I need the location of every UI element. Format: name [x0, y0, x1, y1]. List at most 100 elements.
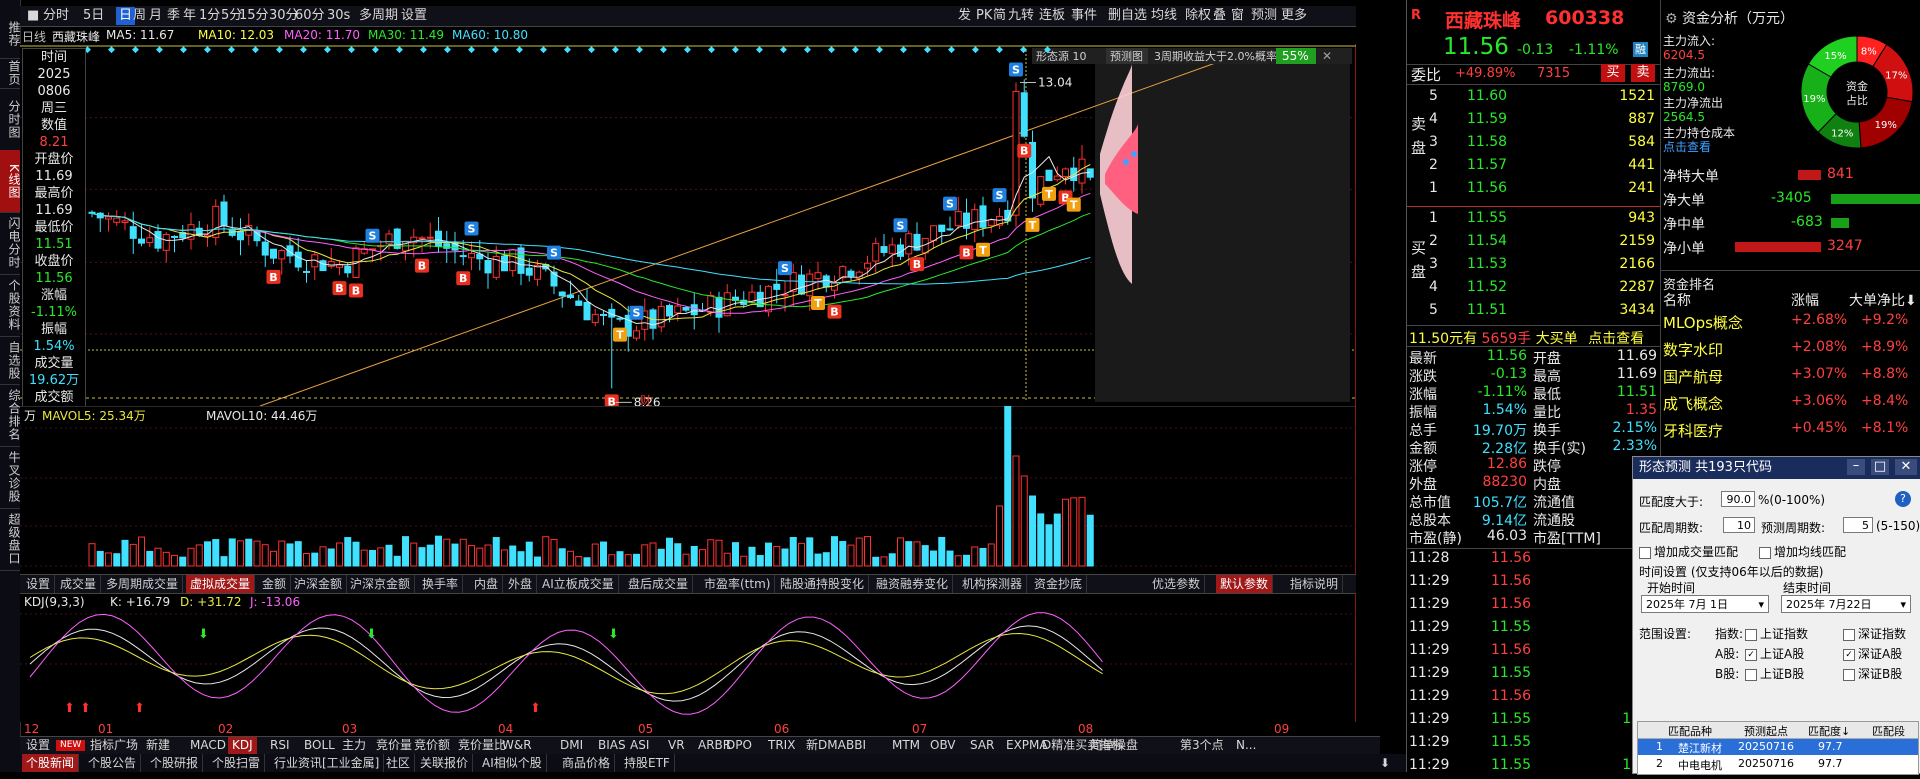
rank-row[interactable]: 国产航母 +3.07% +8.8% — [1661, 366, 1920, 388]
volume-match-checkbox[interactable]: 增加成交量匹配 — [1639, 543, 1738, 560]
period-tab-0[interactable]: 分时 — [40, 7, 72, 25]
toolbar-right-7[interactable]: 均线 — [1148, 7, 1180, 25]
sh-a-checkbox[interactable]: ✓ 上证A股 — [1745, 645, 1804, 662]
vol-tab-2[interactable]: 多周期成交量 — [102, 575, 184, 593]
info-tab-2[interactable]: 个股研报 — [146, 754, 204, 772]
kdj-chart[interactable]: KDJ(9,3,3)K: +16.79D: +31.72J: -13.06+11… — [20, 594, 1356, 722]
vol-tab-13[interactable]: 陆股通持股变化 — [776, 575, 870, 593]
vol-tab-14[interactable]: 融资融券变化 — [872, 575, 954, 593]
indicator-tab-10[interactable]: 竞价额 — [410, 737, 454, 754]
nav-item-6[interactable]: 自选股 — [0, 336, 21, 385]
indicator-tab-19[interactable]: TRIX — [764, 737, 799, 754]
vol-tab-10[interactable]: AI立板成交量 — [538, 575, 619, 593]
sz-index-checkbox[interactable]: 深证指数 — [1843, 625, 1906, 642]
vol-tab-15[interactable]: 机构探测器 — [958, 575, 1028, 593]
info-tab-6[interactable]: 关联报价 — [416, 754, 474, 772]
rank-row[interactable]: MLOps概念 +2.68% +9.2% — [1661, 312, 1920, 334]
indicator-tab-2[interactable]: 指标广场 — [86, 737, 142, 754]
indicator-tab-0[interactable]: 设置 — [22, 737, 54, 754]
toolbar-right-5[interactable]: 事件 — [1068, 7, 1100, 25]
indicator-tab-8[interactable]: 主力 — [338, 737, 370, 754]
big-order-link[interactable]: 点击查看 — [1588, 331, 1644, 347]
rank-row[interactable]: 牙科医疗 +0.45% +8.1% — [1661, 420, 1920, 442]
ma-match-checkbox[interactable]: 增加均线匹配 — [1759, 543, 1846, 560]
vol-param-1[interactable]: 默认参数 — [1216, 575, 1274, 593]
nav-item-0[interactable]: 推荐 — [0, 10, 21, 59]
pred-input[interactable]: 5 — [1843, 517, 1873, 533]
vol-tab-12[interactable]: 市盈率(ttm) — [700, 575, 776, 593]
indicator-tab-1[interactable]: NEW — [56, 740, 86, 751]
vol-tab-16[interactable]: 资金抄底 — [1030, 575, 1088, 593]
sell-button[interactable]: 卖 — [1631, 64, 1655, 82]
nav-item-7[interactable]: 综合排名 — [0, 384, 21, 447]
vol-tab-1[interactable]: 成交量 — [56, 575, 102, 593]
indicator-tab-23[interactable]: OBV — [926, 737, 960, 754]
end-date-select[interactable]: 2025年 7月22日 ▾ — [1781, 595, 1911, 613]
indicator-tab-22[interactable]: MTM — [888, 737, 924, 754]
indicator-tab-6[interactable]: RSI — [266, 737, 294, 754]
info-tab-9[interactable]: 持股ETF — [620, 754, 675, 772]
indicator-tab-4[interactable]: MACD — [186, 737, 230, 754]
table-row[interactable]: 2 中电电机 20250716 97.7 — [1638, 756, 1918, 772]
indicator-tab-14[interactable]: BIAS — [594, 737, 630, 754]
vol-tab-11[interactable]: 盘后成交量 — [624, 575, 694, 593]
info-tab-4[interactable]: 行业资讯[工业金属] — [270, 754, 385, 772]
table-row[interactable]: 1 楚江新材 20250716 97.7 — [1638, 739, 1918, 755]
nav-item-5[interactable]: 个股资料 — [0, 274, 21, 337]
toolbar-right-9[interactable]: 叠 — [1210, 7, 1229, 25]
toolbar-right-3[interactable]: 九转 — [1005, 7, 1037, 25]
info-tab-0[interactable]: 个股新闻 — [22, 754, 80, 772]
indicator-tab-18[interactable]: DPO — [722, 737, 756, 754]
info-tab-7[interactable]: AI相似个股 — [478, 754, 547, 772]
toolbar-right-12[interactable]: 更多 — [1278, 7, 1310, 25]
info-tab-5[interactable]: 社区 — [382, 754, 416, 772]
period-input[interactable]: 10 — [1723, 517, 1755, 533]
vol-tab-0[interactable]: 设置 — [22, 575, 56, 593]
period-tab-4[interactable]: 月 — [146, 7, 165, 25]
indicator-tab-3[interactable]: 新建 — [142, 737, 174, 754]
kline-chart[interactable]: 13.6112.4911.3710.239.11BBBBBSSSBTSSTBSB… — [20, 44, 1356, 406]
indicator-tab-15[interactable]: ASI — [626, 737, 653, 754]
nav-item-3[interactable]: K线图 — [0, 150, 21, 213]
vol-tab-4[interactable]: 金额 — [258, 575, 292, 593]
toolbar-right-0[interactable]: 发 — [955, 7, 974, 25]
match-input[interactable]: 90.0 — [1721, 491, 1755, 507]
rank-row[interactable]: 成飞概念 +3.06% +8.4% — [1661, 393, 1920, 415]
maximize-icon[interactable]: □ — [1871, 459, 1889, 475]
nav-item-2[interactable]: 分时图 — [0, 88, 21, 151]
period-tab-14[interactable]: 设置 — [398, 7, 430, 25]
indicator-tab-29[interactable]: N... — [1232, 737, 1260, 754]
indicator-tab-5[interactable]: KDJ — [228, 737, 257, 754]
vol-tab-8[interactable]: 内盘 — [470, 575, 504, 593]
info-tab-3[interactable]: 个股扫雷 — [208, 754, 266, 772]
toolbar-right-10[interactable]: 窗 — [1228, 7, 1247, 25]
nav-item-4[interactable]: 闪电分时 — [0, 212, 21, 275]
vol-tab-6[interactable]: 沪深京金额 — [346, 575, 416, 593]
start-date-select[interactable]: 2025年 7月 1日 ▾ — [1641, 595, 1769, 613]
period-tab-11[interactable]: 60分 — [292, 7, 328, 25]
big-order-line[interactable]: 11.50元有 5659手 大买单 点击查看 — [1409, 328, 1644, 348]
indicator-tab-21[interactable]: BBI — [842, 737, 870, 754]
period-tab-12[interactable]: 30s — [324, 7, 353, 25]
vol-param-0[interactable]: 优选参数 — [1148, 575, 1206, 593]
volume-chart[interactable]: 万MAVOL5: 25.34万MAVOL10: 44.46万1585106453… — [20, 406, 1356, 574]
vol-tab-9[interactable]: 外盘 — [504, 575, 538, 593]
indicator-tab-13[interactable]: DMI — [556, 737, 587, 754]
buy-button[interactable]: 买 — [1601, 64, 1625, 82]
nav-item-1[interactable]: 首页 — [0, 58, 21, 89]
nav-item-8[interactable]: 牛叉诊股 — [0, 446, 21, 509]
indicator-tab-12[interactable]: W&R — [498, 737, 536, 754]
period-tab-1[interactable]: 5日 — [80, 7, 107, 25]
indicator-tab-24[interactable]: SAR — [966, 737, 998, 754]
indicator-tab-27[interactable]: 简单操盘 — [1086, 737, 1142, 754]
help-icon[interactable]: ? — [1895, 491, 1911, 507]
indicator-tab-7[interactable]: BOLL — [300, 737, 339, 754]
period-tab-13[interactable]: 多周期 — [356, 7, 401, 25]
rank-row[interactable]: 数字水印 +2.08% +8.9% — [1661, 339, 1920, 361]
download-icon[interactable]: ⬇ — [1376, 754, 1394, 772]
toolbar-right-6[interactable]: 删自选 — [1105, 7, 1150, 25]
sz-b-checkbox[interactable]: 深证B股 — [1843, 665, 1902, 682]
vol-tab-3[interactable]: 虚拟成交量 — [186, 575, 256, 593]
toolbar-right-4[interactable]: 连板 — [1036, 7, 1068, 25]
close-icon[interactable]: ✕ — [1895, 459, 1917, 475]
